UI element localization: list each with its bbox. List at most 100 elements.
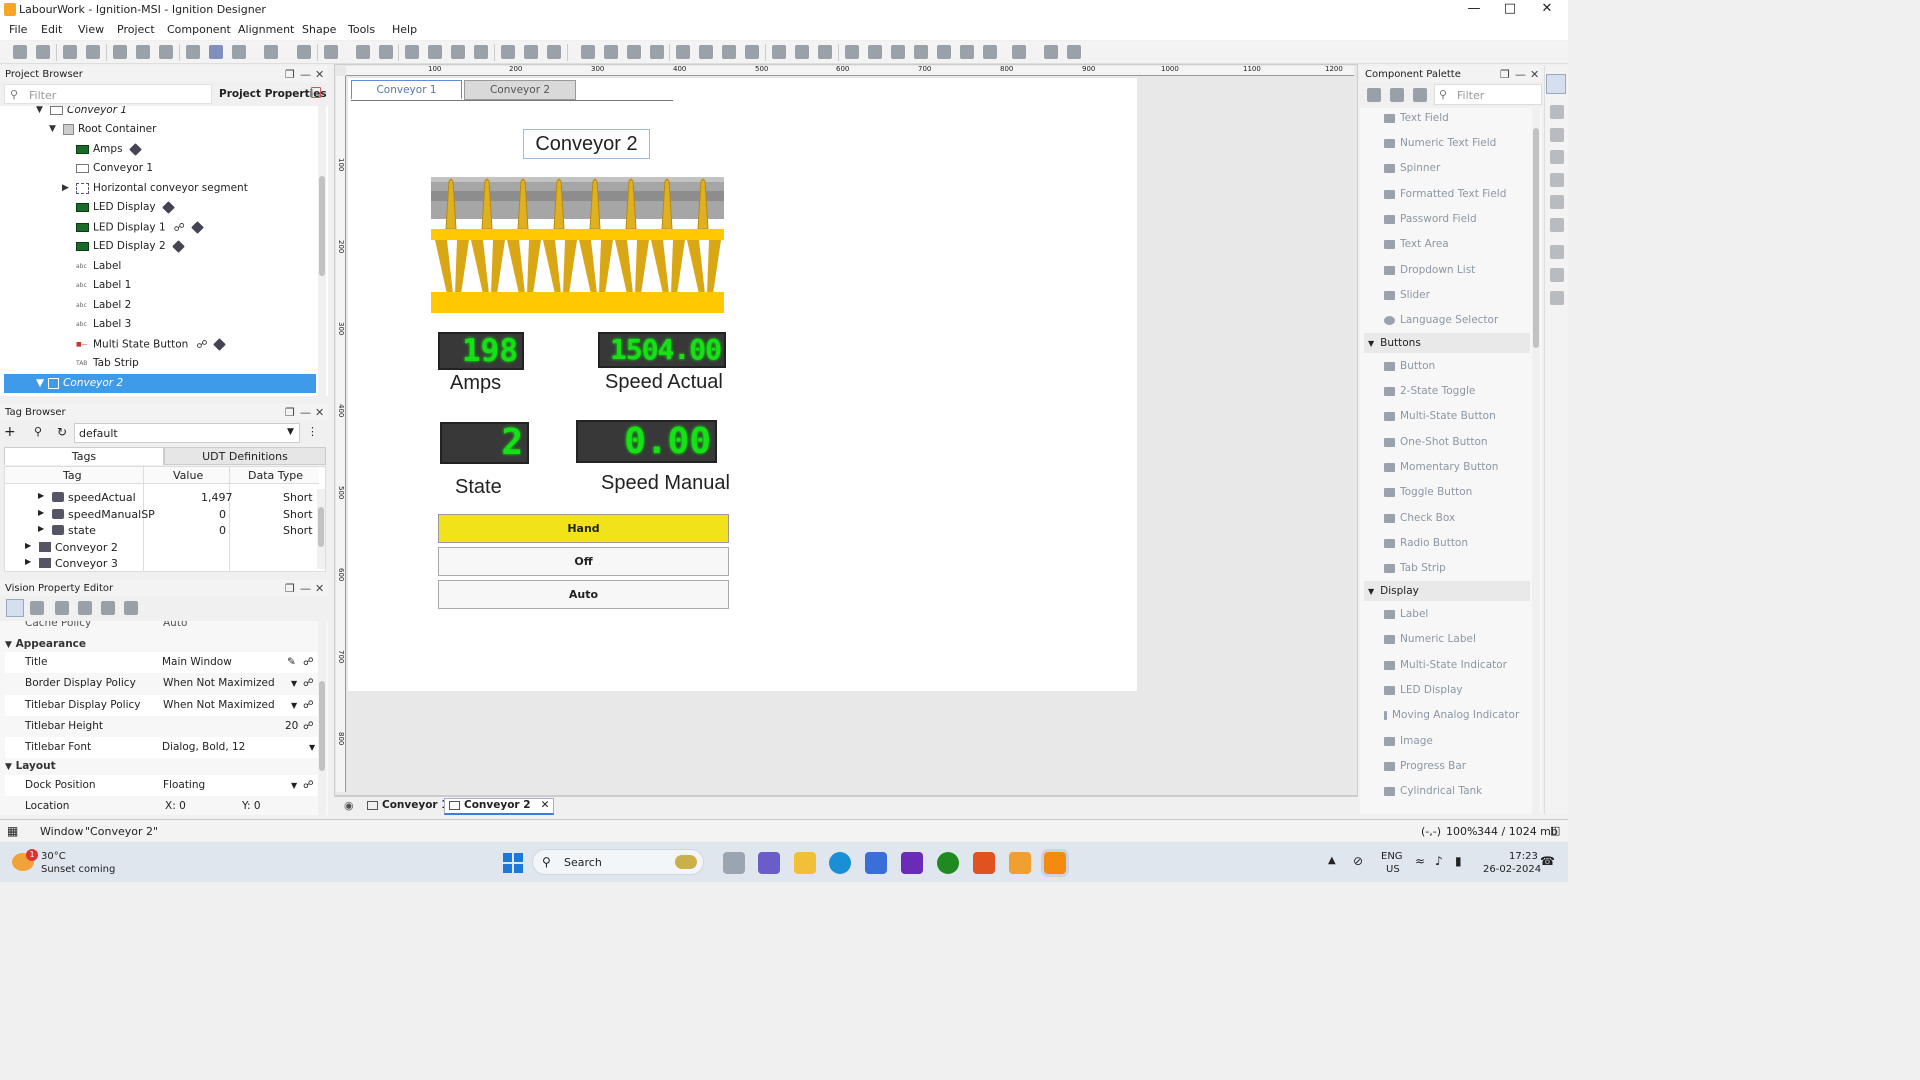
stop-icon[interactable] (297, 45, 311, 59)
palette-text-area[interactable]: Text Area (1384, 234, 1449, 254)
edge-icon[interactable] (829, 852, 851, 874)
copy-icon[interactable] (136, 45, 150, 59)
tool-icon-2[interactable] (1550, 128, 1564, 142)
tree-item-conveyor1[interactable]: ▼ Conveyor 1 (36, 106, 127, 120)
send-back-icon[interactable] (604, 45, 618, 59)
window-tab-conveyor-1[interactable]: Conveyor 1 (367, 799, 449, 815)
union-icon[interactable] (772, 45, 786, 59)
minimize-panel-icon[interactable]: — (300, 68, 311, 81)
palette-language-selector[interactable]: Language Selector (1384, 310, 1498, 330)
palette-dropdown-list[interactable]: Dropdown List (1384, 260, 1475, 280)
window-icon[interactable] (264, 45, 278, 59)
xbox-icon[interactable] (937, 852, 959, 874)
tree-item-amps[interactable]: Amps (76, 140, 142, 159)
clock-time[interactable]: 17:23 (1509, 851, 1538, 862)
minimize-icon[interactable]: — (1454, 0, 1494, 20)
menu-component[interactable]: Component (167, 23, 231, 36)
tree-item-label-2[interactable]: abc Label 2 (76, 296, 131, 315)
properties-icon[interactable] (311, 87, 321, 98)
tree-item-multi-state-button[interactable]: ■— Multi State Button ☍ (76, 335, 227, 354)
rotate-icon[interactable] (676, 45, 690, 59)
grid-icon[interactable]: ▦ (7, 824, 18, 838)
palette-filter-input[interactable]: ⚲ Filter (1434, 84, 1542, 105)
palette-multi-state-button[interactable]: Multi-State Button (1384, 406, 1496, 426)
tag-folder-conveyor-3[interactable]: ▶ Conveyor 3 (5, 557, 319, 573)
pointer-tool-icon[interactable] (1546, 74, 1566, 94)
align-left-icon[interactable] (845, 45, 859, 59)
tree-item-label[interactable]: abc Label (76, 257, 121, 276)
palette-tab-strip[interactable]: Tab Strip (1384, 558, 1446, 578)
tab-tags[interactable]: Tags (4, 447, 164, 465)
align-center-icon[interactable] (868, 45, 882, 59)
bring-front-icon[interactable] (581, 45, 595, 59)
clock-date[interactable]: 26-02-2024 (1483, 864, 1541, 875)
tool-icon-5[interactable] (1550, 195, 1564, 209)
tree-item-tab-strip[interactable]: TAB Tab Strip (76, 354, 139, 373)
flip-v-icon[interactable] (745, 45, 759, 59)
prop-titlebar-display-policy[interactable]: Titlebar Display Policy When Not Maximize… (5, 695, 321, 716)
palette-password-field[interactable]: Password Field (1384, 209, 1477, 229)
db-icon[interactable] (356, 45, 370, 59)
lang-indicator[interactable]: ENG (1381, 851, 1403, 862)
store-icon[interactable] (865, 852, 887, 874)
battery-icon[interactable]: ▮ (1455, 854, 1462, 868)
tab-conveyor-2[interactable]: Conveyor 2 (464, 80, 576, 100)
file-explorer-icon[interactable] (794, 852, 816, 874)
palette-one-shot-button[interactable]: One-Shot Button (1384, 432, 1488, 452)
tree-item-conveyor2[interactable]: ▼ Conveyor 2 (4, 374, 316, 393)
menu-project[interactable]: Project (117, 23, 155, 36)
tree-item-led-display[interactable]: LED Display (76, 198, 175, 217)
notification-icon[interactable]: ☎ (1540, 854, 1555, 868)
hand-button[interactable]: Hand (438, 514, 729, 543)
ungroup-icon[interactable] (474, 45, 488, 59)
prop-title[interactable]: Title Main Window ✎ ☍ (5, 652, 321, 673)
tree-item-led-display-1[interactable]: LED Display 1 ☍ (76, 218, 204, 237)
align-bottom-icon[interactable] (960, 45, 974, 59)
tag-row-state[interactable]: ▶ state 0 Short (5, 524, 319, 540)
palette-momentary-button[interactable]: Momentary Button (1384, 457, 1498, 477)
tree-item-label-1[interactable]: abc Label 1 (76, 276, 131, 295)
palette-2-state-toggle[interactable]: 2-State Toggle (1384, 381, 1475, 401)
prop-location[interactable]: Location X: 0 Y: 0 (5, 796, 321, 815)
subtract-icon[interactable] (795, 45, 809, 59)
palette-spinner[interactable]: Spinner (1384, 158, 1440, 178)
tool-icon-8[interactable] (1550, 268, 1564, 282)
close-panel-icon[interactable]: ✕ (315, 68, 324, 81)
save-icon[interactable] (13, 45, 27, 59)
palette-label[interactable]: Label (1384, 604, 1428, 624)
palette-cylindrical-tank[interactable]: Cylindrical Tank (1384, 781, 1482, 801)
prop-cache-policy[interactable]: Cache Policy Auto (5, 621, 321, 634)
volume-icon[interactable]: ♪ (1435, 854, 1443, 868)
eye-icon[interactable]: ◉ (344, 799, 354, 812)
align-top-icon[interactable] (914, 45, 928, 59)
menu-tools[interactable]: Tools (348, 23, 375, 36)
save-all-icon[interactable] (36, 45, 50, 59)
palette-progress-bar[interactable]: Progress Bar (1384, 756, 1466, 776)
tag-row-speed-manual-sp[interactable]: ▶ speedManualSP 0 Short (5, 508, 319, 524)
distribute-h-icon[interactable] (983, 45, 997, 59)
menu-file[interactable]: File (9, 23, 27, 36)
prop-border-display-policy[interactable]: Border Display Policy When Not Maximized ▼… (5, 673, 321, 694)
task-view-icon[interactable] (723, 852, 745, 874)
palette-section-display[interactable]: ▼ Display (1364, 581, 1530, 601)
prop-titlebar-height[interactable]: Titlebar Height 20 ☍ (5, 716, 321, 737)
zoom-fit-icon[interactable] (547, 45, 561, 59)
palette-section-buttons[interactable]: ▼ Buttons (1364, 333, 1530, 353)
close-tag-panel-icon[interactable]: ✕ (315, 406, 324, 419)
palette-text-field[interactable]: Text Field (1384, 108, 1449, 128)
led-display-speed-actual[interactable]: 1504.00 (598, 332, 726, 368)
align-right-icon[interactable] (891, 45, 905, 59)
tree-item-conveyor1-label[interactable]: Conveyor 1 (76, 159, 153, 178)
tool-icon-1[interactable] (1550, 105, 1564, 119)
led-display-speed-manual[interactable]: 0.00 (576, 420, 717, 463)
palette-numeric-label[interactable]: Numeric Label (1384, 629, 1476, 649)
tag-folder-conveyor-2[interactable]: ▶ Conveyor 2 (5, 541, 319, 557)
palette-formatted-text-field[interactable]: Formatted Text Field (1384, 184, 1506, 204)
palette-check-box[interactable]: Check Box (1384, 508, 1455, 528)
tab-conveyor-1[interactable]: Conveyor 1 (351, 80, 462, 100)
align-middle-icon[interactable] (937, 45, 951, 59)
rotate-ccw-icon[interactable] (699, 45, 713, 59)
trash-icon[interactable]: ◫ (1550, 824, 1560, 837)
palette-slider[interactable]: Slider (1384, 285, 1430, 305)
menu-edit[interactable]: Edit (41, 23, 62, 36)
